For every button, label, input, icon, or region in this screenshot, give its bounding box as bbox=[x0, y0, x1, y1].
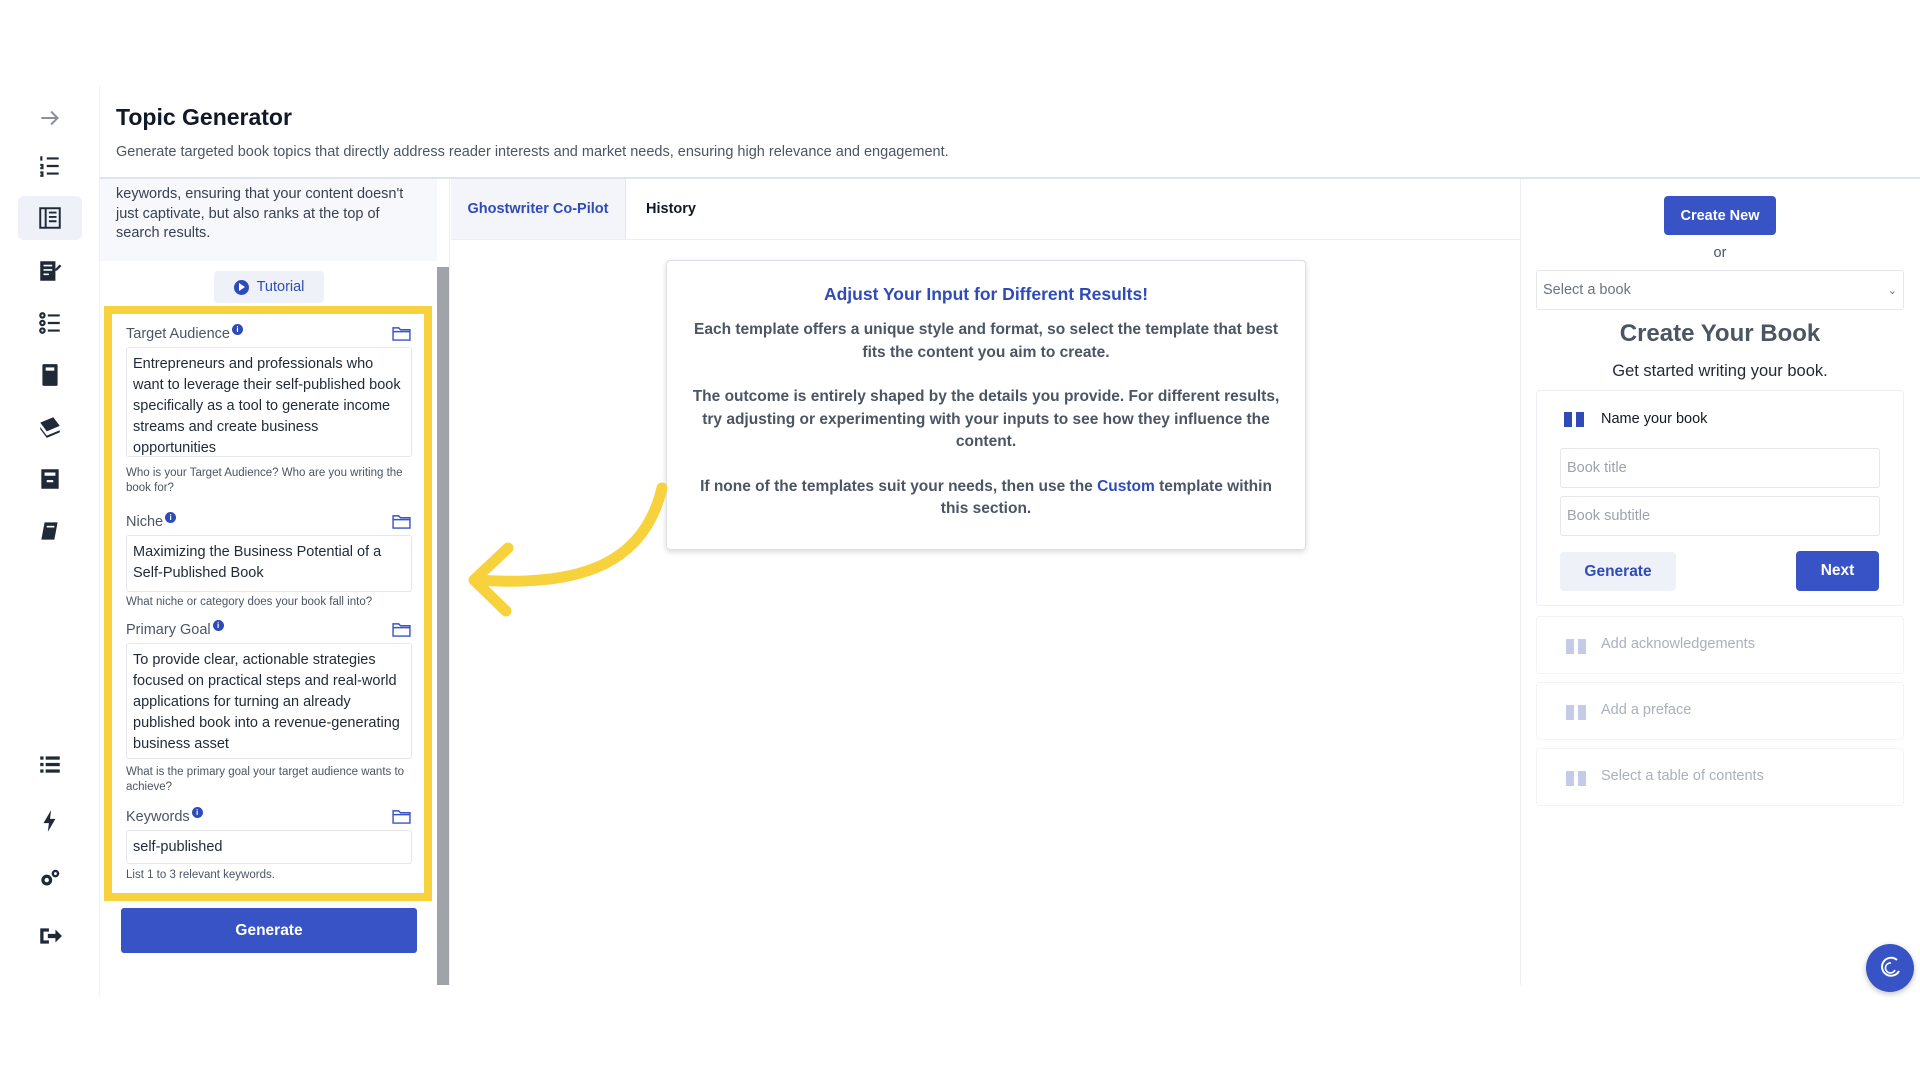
create-book-title: Create Your Book bbox=[1619, 320, 1821, 347]
icon-rail bbox=[0, 86, 100, 996]
edit-document-icon[interactable] bbox=[18, 249, 82, 293]
numbered-list-icon[interactable] bbox=[18, 144, 82, 188]
or-label: or bbox=[1713, 245, 1727, 261]
step-acknowledgements[interactable]: Add acknowledgements bbox=[1536, 616, 1904, 674]
next-button[interactable]: Next bbox=[1796, 551, 1879, 591]
create-new-button[interactable]: Create New bbox=[1664, 196, 1776, 235]
annotation-arrow-icon bbox=[468, 482, 668, 617]
open-book-icon bbox=[1566, 705, 1586, 720]
info-card-paragraph-2: The outcome is entirely shaped by the de… bbox=[692, 388, 1280, 450]
chevron-down-icon: ⌄ bbox=[1887, 284, 1897, 297]
info-card-title: Adjust Your Input for Different Results! bbox=[823, 284, 1149, 304]
sign-out-icon[interactable] bbox=[18, 914, 82, 958]
info-card: Adjust Your Input for Different Results!… bbox=[666, 260, 1306, 550]
page-description: Generate targeted book topics that direc… bbox=[116, 144, 949, 160]
gears-icon[interactable] bbox=[18, 857, 82, 901]
open-book-icon bbox=[1564, 412, 1584, 427]
form-highlight-frame bbox=[104, 306, 432, 901]
arrow-right-icon[interactable] bbox=[18, 96, 82, 140]
tutorial-label: Tutorial bbox=[256, 279, 305, 295]
info-card-text: If none of the templates suit your needs… bbox=[700, 477, 1098, 495]
play-icon bbox=[233, 279, 249, 295]
name-book-label: Name your book bbox=[1601, 411, 1708, 427]
generate-topics-button[interactable]: Generate bbox=[121, 908, 417, 953]
step-label: Add a preface bbox=[1601, 702, 1692, 718]
info-card-paragraph-3: If none of the templates suit your needs… bbox=[687, 476, 1285, 521]
checklist-icon[interactable] bbox=[18, 301, 82, 345]
step-label: Select a table of contents bbox=[1601, 768, 1764, 784]
create-book-subtitle: Get started writing your book. bbox=[1612, 362, 1828, 380]
step-table-of-contents[interactable]: Select a table of contents bbox=[1536, 748, 1904, 806]
books-stack-icon[interactable] bbox=[18, 405, 82, 449]
tutorial-button[interactable]: Tutorial bbox=[214, 271, 324, 303]
intro-text: keywords, ensuring that your content doe… bbox=[100, 179, 437, 261]
page-title: Topic Generator bbox=[116, 104, 292, 130]
assistant-fab[interactable] bbox=[1866, 944, 1914, 992]
tab-history[interactable]: History bbox=[626, 179, 716, 239]
lightning-icon[interactable] bbox=[18, 799, 82, 843]
select-book-dropdown[interactable]: Select a book ⌄ bbox=[1536, 270, 1904, 310]
open-book-icon bbox=[1566, 771, 1586, 786]
step-preface[interactable]: Add a preface bbox=[1536, 682, 1904, 740]
info-card-paragraph-1: Each template offers a unique style and … bbox=[694, 321, 1278, 361]
book-icon[interactable] bbox=[18, 509, 82, 553]
custom-template-link[interactable]: Custom bbox=[1097, 478, 1155, 495]
step-label: Add acknowledgements bbox=[1601, 636, 1755, 652]
tab-ghostwriter-co-pilot[interactable]: Ghostwriter Co-Pilot bbox=[451, 179, 626, 239]
tab-bar: Ghostwriter Co-Pilot History bbox=[451, 179, 1520, 240]
list-icon[interactable] bbox=[18, 742, 82, 786]
notebook-icon[interactable] bbox=[18, 353, 82, 397]
book-subtitle-input[interactable]: Book subtitle bbox=[1560, 496, 1880, 536]
open-book-icon bbox=[1566, 639, 1586, 654]
select-book-value: Select a book bbox=[1543, 282, 1631, 298]
panel-divider bbox=[1520, 179, 1521, 985]
app-root: Topic Generator Generate targeted book t… bbox=[0, 0, 1920, 1080]
generate-book-button[interactable]: Generate bbox=[1560, 552, 1676, 591]
archive-icon[interactable] bbox=[18, 457, 82, 501]
moon-refresh-icon bbox=[1881, 956, 1900, 977]
book-title-input[interactable]: Book title bbox=[1560, 448, 1880, 488]
form-scrollbar[interactable] bbox=[437, 267, 449, 985]
book-layout-icon[interactable] bbox=[18, 196, 82, 240]
